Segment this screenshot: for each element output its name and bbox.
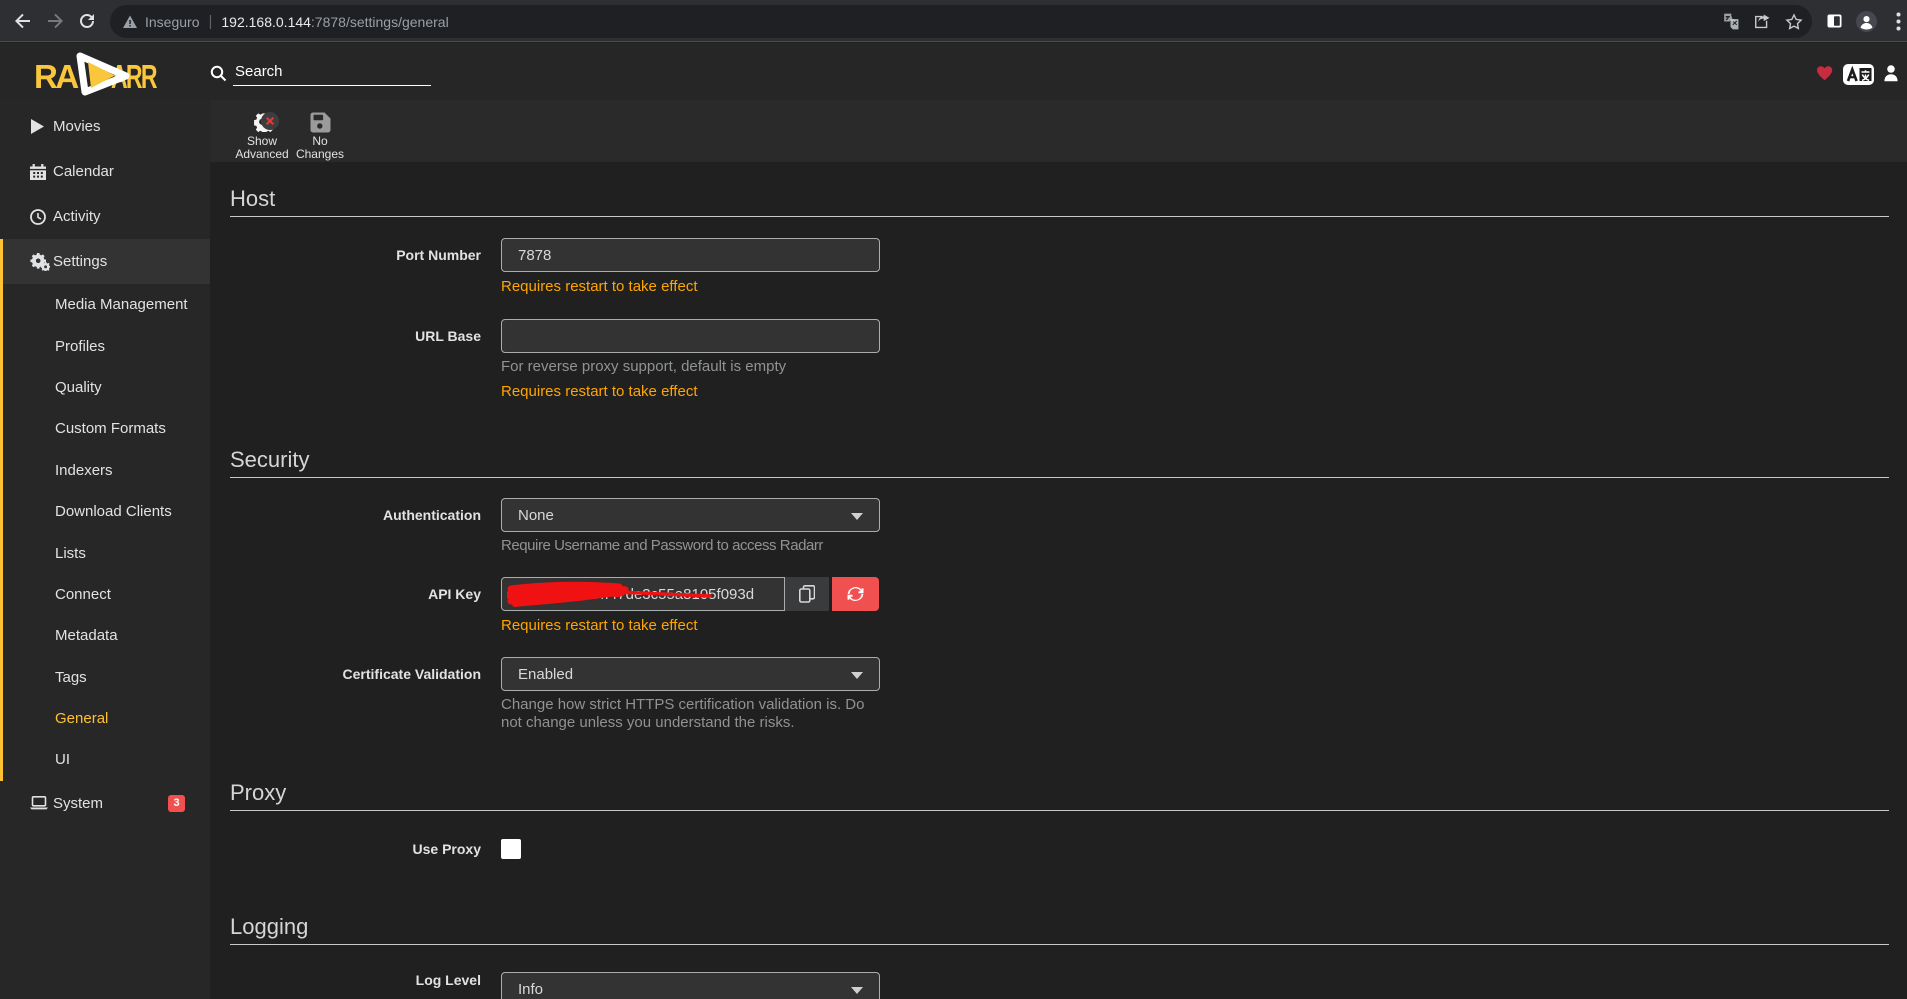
svg-text:RA: RA [34, 58, 78, 95]
